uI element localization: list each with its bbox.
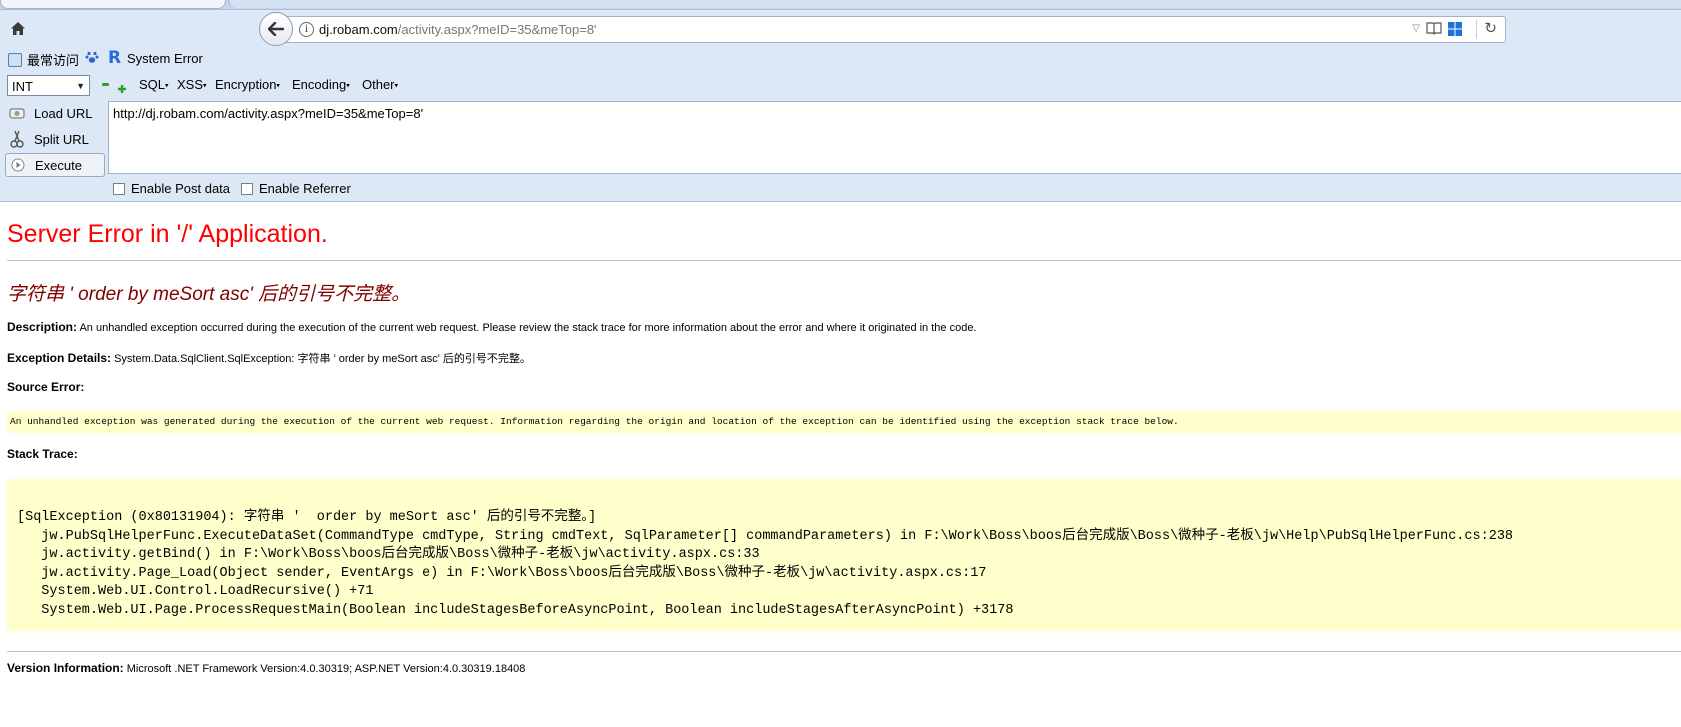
enable-referrer-checkbox[interactable] [241, 182, 253, 195]
version-label: Version Information: [7, 661, 124, 675]
execute-label: Execute [35, 157, 82, 173]
bookmark-most-visited[interactable]: 最常访问 [8, 50, 79, 69]
reader-view-icon[interactable] [1426, 21, 1442, 35]
stack-line: jw.PubSqlHelperFunc.ExecuteDataSet(Comma… [17, 528, 1514, 544]
menu-sql[interactable]: SQL▾ [139, 77, 169, 92]
reload-icon[interactable]: ↻ [1484, 19, 1497, 37]
stack-line: jw.activity.getBind() in F:\Work\Boss\bo… [17, 547, 760, 562]
enable-post-data-option[interactable]: Enable Post data [113, 181, 230, 196]
tab-inactive[interactable] [228, 0, 1681, 8]
title-divider [7, 260, 1681, 261]
menu-encoding[interactable]: Encoding▾ [292, 77, 350, 92]
description-label: Description: [7, 320, 78, 334]
error-title: Server Error in '/' Application. [7, 220, 328, 248]
page-content: Server Error in '/' Application. 字符串 ' o… [0, 202, 1681, 727]
enable-post-data-label: Enable Post data [131, 181, 231, 196]
version-information-line: Version Information: Microsoft .NET Fram… [7, 661, 525, 675]
stack-trace-heading: Stack Trace: [7, 447, 78, 461]
load-url-icon [8, 104, 26, 122]
stack-line: jw.activity.Page_Load(Object sender, Eve… [17, 565, 987, 581]
back-button[interactable] [259, 12, 293, 46]
bookmark-label: 最常访问 [27, 53, 80, 68]
bookmark-folder-icon [8, 52, 22, 67]
home-button[interactable] [8, 18, 28, 38]
stack-trace-label: Stack Trace: [7, 447, 78, 461]
description-line: Description: An unhandled exception occu… [7, 320, 977, 334]
hackbar-toolbar: INT ▼ SQL▾ XSS▾ Encryption▾ Encoding▾ Ot… [0, 72, 1681, 98]
hackbar-url-value: http://dj.robam.com/activity.aspx?meID=3… [113, 106, 424, 121]
version-divider [7, 651, 1681, 652]
minus-icon[interactable] [102, 83, 109, 86]
address-text[interactable]: dj.robam.com/activity.aspx?meID=35&meTop… [319, 22, 597, 37]
hackbar-url-textarea[interactable]: http://dj.robam.com/activity.aspx?meID=3… [108, 101, 1681, 174]
source-error-box: An unhandled exception was generated dur… [7, 411, 1681, 433]
execute-icon [9, 156, 27, 174]
bookmark-system-error[interactable]: R System Error [108, 48, 203, 68]
source-error-label: Source Error: [7, 380, 85, 394]
bookmark-baidu[interactable] [85, 50, 99, 64]
exception-text: System.Data.SqlClient.SqlException: 字符串 … [114, 353, 531, 365]
stack-line: [SqlException (0x80131904): 字符串 ' order … [17, 510, 597, 525]
exception-label: Exception Details: [7, 351, 112, 365]
error-message: 字符串 ' order by meSort asc' 后的引号不完整。 [7, 284, 411, 305]
tab-active[interactable] [0, 0, 226, 9]
site-info-icon[interactable]: i [299, 22, 314, 37]
stack-line: System.Web.UI.Page.ProcessRequestMain(Bo… [17, 602, 1014, 618]
address-bar[interactable]: i dj.robam.com/activity.aspx?meID=35&meT… [276, 16, 1506, 43]
load-url-button[interactable]: Load URL [5, 102, 103, 124]
menu-xss[interactable]: XSS▾ [177, 77, 207, 92]
r-logo-icon: R [108, 48, 122, 68]
chevron-down-icon: ▼ [76, 81, 85, 91]
bookmarks-toolbar: 最常访问 R System Error [0, 48, 1681, 70]
enable-referrer-label: Enable Referrer [259, 181, 351, 196]
exception-details-line: Exception Details: System.Data.SqlClient… [7, 350, 531, 366]
load-url-label: Load URL [34, 105, 93, 121]
url-history-dropdown-icon[interactable]: ▽ [1412, 23, 1420, 34]
enable-referrer-option[interactable]: Enable Referrer [241, 181, 351, 196]
address-bar-separator [1476, 20, 1477, 39]
menu-encryption[interactable]: Encryption▾ [215, 77, 280, 92]
stack-trace-box: [SqlException (0x80131904): 字符串 ' order … [7, 479, 1681, 631]
hackbar-type-select[interactable]: INT ▼ [7, 75, 90, 96]
split-url-label: Split URL [34, 131, 89, 147]
description-text: An unhandled exception occurred during t… [79, 322, 977, 334]
source-error-heading: Source Error: [7, 380, 84, 394]
windows-logo-icon[interactable] [1447, 21, 1463, 37]
home-icon [11, 21, 25, 35]
menu-other[interactable]: Other▾ [362, 77, 398, 92]
execute-button[interactable]: Execute [5, 153, 105, 177]
tab-strip [0, 0, 1681, 10]
version-text: Microsoft .NET Framework Version:4.0.303… [126, 663, 526, 675]
split-url-button[interactable]: Split URL [5, 128, 103, 150]
baidu-paw-icon [85, 51, 99, 63]
stack-line: System.Web.UI.Control.LoadRecursive() +7… [17, 584, 374, 599]
plus-icon[interactable] [118, 81, 126, 93]
split-url-icon [8, 130, 26, 148]
browser-chrome: i dj.robam.com/activity.aspx?meID=35&meT… [0, 0, 1681, 202]
enable-post-data-checkbox[interactable] [113, 182, 125, 195]
bookmark-label: System Error [127, 50, 203, 66]
select-value: INT [12, 79, 33, 94]
navigation-bar: i dj.robam.com/activity.aspx?meID=35&meT… [0, 10, 1681, 46]
back-arrow-icon [268, 22, 284, 36]
